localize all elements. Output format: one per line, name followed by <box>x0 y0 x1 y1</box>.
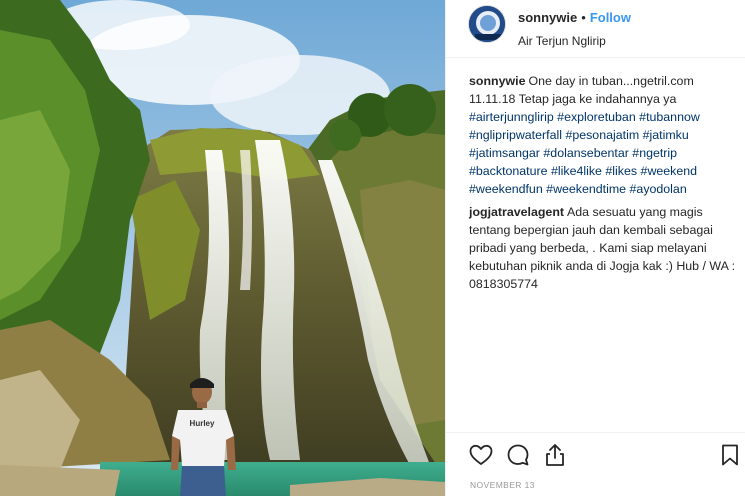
post-sidebar: sonnywie • Follow Air Terjun Nglirip sonny… <box>445 0 745 496</box>
post-photo[interactable]: Hurley <box>0 0 445 496</box>
hashtag[interactable]: #weekendtime <box>546 182 626 196</box>
hashtag[interactable]: #weekend <box>641 164 698 178</box>
hashtag[interactable]: #backtonature <box>469 164 548 178</box>
like-button[interactable] <box>468 442 494 468</box>
comment-button[interactable] <box>505 442 531 468</box>
caption-line-1: One day in tuban...ngetril.com <box>528 74 694 88</box>
post-date[interactable]: NOVEMBER 13 <box>470 480 535 490</box>
action-bar <box>446 432 745 472</box>
hashtag[interactable]: #pesonajatim <box>565 128 639 142</box>
caption-comment: sonnywie One day in tuban...ngetril.com 1… <box>469 72 739 198</box>
share-icon <box>546 444 564 466</box>
save-button[interactable] <box>717 442 743 468</box>
comments-list: sonnywie One day in tuban...ngetril.com 1… <box>469 72 739 298</box>
hashtag[interactable]: #exploretuban <box>557 110 636 124</box>
hashtag[interactable]: #jatimku <box>643 128 689 142</box>
avatar-image <box>469 6 505 42</box>
hashtag[interactable]: #dolansebentar <box>543 146 628 160</box>
hashtag[interactable]: #nglipripwaterfall <box>469 128 562 142</box>
separator-dot: • <box>581 10 586 25</box>
hashtag[interactable]: #ayodolan <box>630 182 687 196</box>
comment-icon <box>507 444 529 466</box>
waterfall-photo <box>0 0 445 496</box>
hashtag[interactable]: #likes <box>605 164 637 178</box>
heart-icon <box>469 444 493 465</box>
bookmark-icon <box>722 444 738 466</box>
post-location[interactable]: Air Terjun Nglirip <box>518 34 738 48</box>
follow-button[interactable]: Follow <box>590 10 631 25</box>
post-username[interactable]: sonnywie <box>518 10 577 25</box>
comment-username[interactable]: jogjatravelagent <box>469 205 564 219</box>
hashtag[interactable]: #ngetrip <box>632 146 677 160</box>
hashtag[interactable]: #airterjunnglirip <box>469 110 554 124</box>
avatar[interactable] <box>468 5 506 43</box>
hashtag[interactable]: #tubannow <box>639 110 700 124</box>
hashtag[interactable]: #jatimsangar <box>469 146 540 160</box>
caption-line-2: 11.11.18 Tetap jaga ke indahannya ya <box>469 92 677 106</box>
post-header: sonnywie • Follow Air Terjun Nglirip <box>446 0 745 58</box>
comment-username[interactable]: sonnywie <box>469 74 525 88</box>
share-button[interactable] <box>542 442 568 468</box>
hashtag[interactable]: #like4like <box>551 164 602 178</box>
hashtag[interactable]: #weekendfun <box>469 182 543 196</box>
comment-item: jogjatravelagent Ada sesuatu yang magis t… <box>469 203 739 293</box>
